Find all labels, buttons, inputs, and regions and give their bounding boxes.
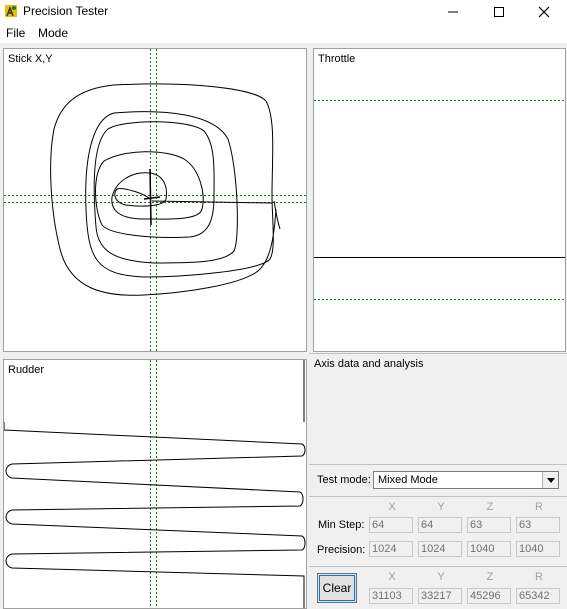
- raw-r: 65342: [516, 588, 560, 604]
- menu-mode[interactable]: Mode: [38, 26, 68, 40]
- throttle-label: Throttle: [318, 53, 356, 65]
- raw-x: 31103: [369, 588, 413, 604]
- test-mode-label: Test mode:: [317, 474, 371, 486]
- minimize-button[interactable]: [430, 0, 476, 23]
- rudder-label: Rudder: [8, 364, 45, 376]
- raw-y: 33217: [418, 588, 462, 604]
- precision-label: Precision:: [317, 544, 366, 556]
- test-mode-select[interactable]: Mixed Mode: [373, 471, 559, 489]
- close-icon: [538, 6, 550, 18]
- precision-x: 1024: [369, 541, 413, 557]
- col-header-y: Y: [437, 501, 445, 513]
- precision-r: 1040: [516, 541, 560, 557]
- menu-file[interactable]: File: [6, 26, 25, 40]
- precision-z: 1040: [467, 541, 511, 557]
- raw-header-y: Y: [437, 571, 445, 583]
- clear-button[interactable]: Clear: [317, 573, 357, 603]
- throttle-plot: [314, 100, 565, 300]
- precision-y: 1024: [418, 541, 462, 557]
- minimize-icon: [448, 11, 458, 13]
- col-header-x: X: [388, 501, 396, 513]
- rudder-panel: Rudder: [3, 359, 307, 609]
- window-title: Precision Tester: [23, 4, 109, 18]
- rudder-plot: [4, 360, 306, 608]
- menu-bar: File Mode: [0, 23, 567, 43]
- raw-header-x: X: [388, 571, 396, 583]
- raw-z: 45296: [467, 588, 511, 604]
- rudder-trace: [4, 360, 306, 608]
- raw-header-r: R: [535, 571, 543, 583]
- col-header-r: R: [535, 501, 543, 513]
- close-button[interactable]: [521, 0, 567, 23]
- maximize-icon: [494, 7, 504, 17]
- mode-divider: [309, 496, 567, 497]
- min-step-x: 64: [369, 517, 413, 533]
- min-step-r: 63: [516, 517, 560, 533]
- joystick-app-icon: [5, 5, 17, 17]
- throttle-panel: Throttle: [313, 48, 566, 352]
- precision-divider: [309, 566, 567, 567]
- test-mode-dropdown-button[interactable]: [542, 472, 558, 488]
- min-step-label: Min Step:: [318, 519, 365, 531]
- analysis-title: Axis data and analysis: [314, 358, 424, 370]
- col-header-z: Z: [486, 501, 494, 513]
- analysis-divider: [309, 464, 567, 465]
- analysis-top-divider: [309, 353, 567, 354]
- raw-header-z: Z: [486, 571, 494, 583]
- test-mode-value: Mixed Mode: [378, 474, 438, 486]
- min-step-z: 63: [467, 517, 511, 533]
- stick-xy-panel: Stick X,Y: [3, 48, 307, 352]
- stick-xy-label: Stick X,Y: [8, 53, 53, 65]
- maximize-button[interactable]: [476, 0, 522, 23]
- title-bar: Precision Tester: [0, 0, 567, 23]
- min-step-y: 64: [418, 517, 462, 533]
- stick-xy-plot: [4, 49, 306, 351]
- chevron-down-icon: [547, 478, 555, 483]
